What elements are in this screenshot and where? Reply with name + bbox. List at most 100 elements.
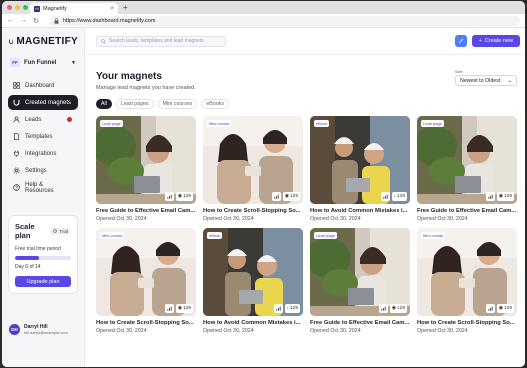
magnet-thumbnail[interactable]: Mini course ◉ 129 (417, 228, 517, 316)
magnet-card[interactable]: Mini course ◉ 129 How to Create Scroll-Stop… (417, 228, 517, 334)
user-email: hill.darryl@example.com (24, 330, 68, 335)
filter-chip-lead-pages[interactable]: Lead pages (115, 99, 154, 109)
magnet-card[interactable]: Lead page ◉ 129 Free Guide to Effective Ema… (310, 228, 410, 334)
analytics-button[interactable] (485, 304, 495, 313)
analytics-button[interactable] (164, 192, 174, 201)
sidebar-item-settings[interactable]: Settings (8, 163, 78, 178)
chevron-down-icon: ⌄ (507, 77, 512, 84)
plan-badge-label: Trial (59, 228, 68, 234)
metric-icon: ◉ (177, 306, 182, 311)
metric-button[interactable]: ◉ 129 (282, 192, 300, 201)
magnet-thumbnail[interactable]: Mini course ◉ 129 (203, 116, 303, 204)
magnet-title: How to Create Scroll-Stopping So... (417, 320, 515, 326)
metric-button[interactable]: ↓ 129 (284, 304, 300, 313)
sidebar-item-created-magnets[interactable]: Created magnets (8, 95, 78, 110)
thumbnail-image (96, 228, 196, 316)
reload-icon[interactable]: ↻ (33, 17, 39, 25)
magnet-card[interactable]: Mini course ◉ 129 How to Create Scroll-Stop… (203, 116, 303, 222)
metric-button[interactable]: ◉ 129 (175, 304, 193, 313)
sort-select[interactable]: Newest to Oldest ⌄ (455, 75, 517, 86)
brand-logo[interactable]: MAGNETIFY (9, 36, 78, 47)
browser-tab[interactable]: M Magnetify × (30, 3, 118, 14)
help-icon (13, 184, 20, 191)
workspace-name: Fun Funnel (24, 59, 57, 66)
metric-icon: ↓ (286, 306, 289, 311)
metric-button[interactable]: ◉ 129 (389, 304, 407, 313)
thumbnail-actions: ◉ 129 (271, 192, 300, 201)
metric-icon: ◉ (391, 306, 396, 311)
thumbnail-actions: ◉ 129 (485, 304, 514, 313)
magnet-thumbnail[interactable]: eBook ↓ 129 (310, 116, 410, 204)
magnet-thumbnail[interactable]: Lead page ◉ 129 (310, 228, 410, 316)
lock-icon (54, 17, 59, 24)
workspace-badge: FF (10, 58, 20, 67)
sidebar-item-integrations[interactable]: Integrations (8, 146, 78, 161)
metric-button[interactable]: ◉ 129 (175, 192, 193, 201)
maximize-window-button[interactable] (23, 5, 28, 10)
workspace-switcher[interactable]: FF Fun Funnel ▼ (8, 56, 78, 69)
create-new-button[interactable]: + Create new (471, 35, 520, 47)
sidebar-item-dashboard[interactable]: Dashboard (8, 78, 78, 93)
forward-icon[interactable]: → (20, 17, 27, 24)
sidebar-item-templates[interactable]: Templates (8, 129, 78, 144)
avatar: DH (9, 324, 20, 335)
metric-button[interactable]: ◉ 129 (496, 304, 514, 313)
browser-window: M Magnetify × + ← → ↻ https://www.dashbo… (2, 1, 525, 367)
trial-progress-bar (15, 256, 71, 260)
user-profile[interactable]: DH Darryl Hill hill.darryl@example.com (9, 324, 68, 335)
magnet-card[interactable]: eBook ↓ 129 How to Avoid Common Mistakes i.… (203, 228, 303, 334)
metric-count: 129 (503, 306, 512, 311)
search-input[interactable]: Search leads, templates and lead magnets (96, 35, 226, 47)
ai-magic-button[interactable] (454, 35, 467, 47)
thumbnail-image (417, 116, 517, 204)
magnet-title: How to Create Scroll-Stopping So... (96, 320, 194, 326)
magnet-title: How to Avoid Common Mistakes i... (203, 320, 301, 326)
magnet-date: Opened Oct 30, 2024 (310, 216, 361, 222)
magnet-card[interactable]: eBook ↓ 129 How to Avoid Common Mistakes i.… (310, 116, 410, 222)
analytics-button[interactable] (485, 192, 495, 201)
magnet-thumbnail[interactable]: Lead page ◉ 129 (96, 116, 196, 204)
url-field[interactable]: https://www.dashboard.magnetify.com (48, 15, 520, 26)
magnet-type-tag: Mini course (421, 232, 446, 239)
app: MAGNETIFY FF Fun Funnel ▼ Dashboard Creat… (2, 28, 525, 367)
minimize-window-button[interactable] (15, 5, 20, 10)
sidebar-item-leads[interactable]: Leads (8, 112, 78, 127)
close-window-button[interactable] (7, 5, 12, 10)
sidebar-item-help-resources[interactable]: Help & Resources (8, 180, 78, 195)
gear-icon (13, 167, 20, 174)
magnet-card[interactable]: Lead page ◉ 129 Free Guide to Effective Ema… (96, 116, 196, 222)
magnet-date: Opened Oct 30, 2024 (96, 328, 147, 334)
filter-chip-mini-courses[interactable]: Mini courses (157, 99, 198, 109)
metric-count: 129 (396, 306, 405, 311)
magnet-type-tag: Lead page (314, 232, 337, 239)
metric-count: 129 (182, 306, 191, 311)
analytics-button[interactable] (273, 304, 283, 313)
magnet-thumbnail[interactable]: eBook ↓ 129 (203, 228, 303, 316)
analytics-button[interactable] (271, 192, 281, 201)
magnet-date: Opened Oct 30, 2024 (203, 328, 254, 334)
tab-close-icon[interactable]: × (110, 6, 114, 12)
magnet-card[interactable]: Lead page ◉ 129 Free Guide to Effective Ema… (417, 116, 517, 222)
window-controls (7, 5, 28, 10)
metric-button[interactable]: ◉ 129 (496, 192, 514, 201)
search-icon (101, 38, 106, 44)
bar-chart-icon (382, 194, 388, 199)
metric-button[interactable]: ↓ 129 (391, 192, 407, 201)
upgrade-plan-button[interactable]: Upgrade plan (15, 276, 71, 287)
back-icon[interactable]: ← (7, 17, 14, 24)
magnet-grid: Lead page ◉ 129 Free Guide to Effective Ema… (96, 116, 517, 334)
magnet-title: Free Guide to Effective Email Cam... (96, 208, 196, 214)
magnet-card[interactable]: Mini course ◉ 129 How to Create Scroll-Stop… (96, 228, 196, 334)
magnet-date: Opened Oct 30, 2024 (203, 216, 254, 222)
analytics-button[interactable] (380, 192, 390, 201)
magnet-title: How to Avoid Common Mistakes i... (310, 208, 408, 214)
thumbnail-image (203, 116, 303, 204)
magnet-thumbnail[interactable]: Lead page ◉ 129 (417, 116, 517, 204)
filter-chip-all[interactable]: All (96, 99, 112, 109)
sort-value: Newest to Oldest (460, 77, 501, 84)
analytics-button[interactable] (164, 304, 174, 313)
analytics-button[interactable] (378, 304, 388, 313)
filter-chip-ebooks[interactable]: eBooks (201, 99, 229, 109)
magnet-thumbnail[interactable]: Mini course ◉ 129 (96, 228, 196, 316)
new-tab-button[interactable]: + (123, 3, 128, 12)
